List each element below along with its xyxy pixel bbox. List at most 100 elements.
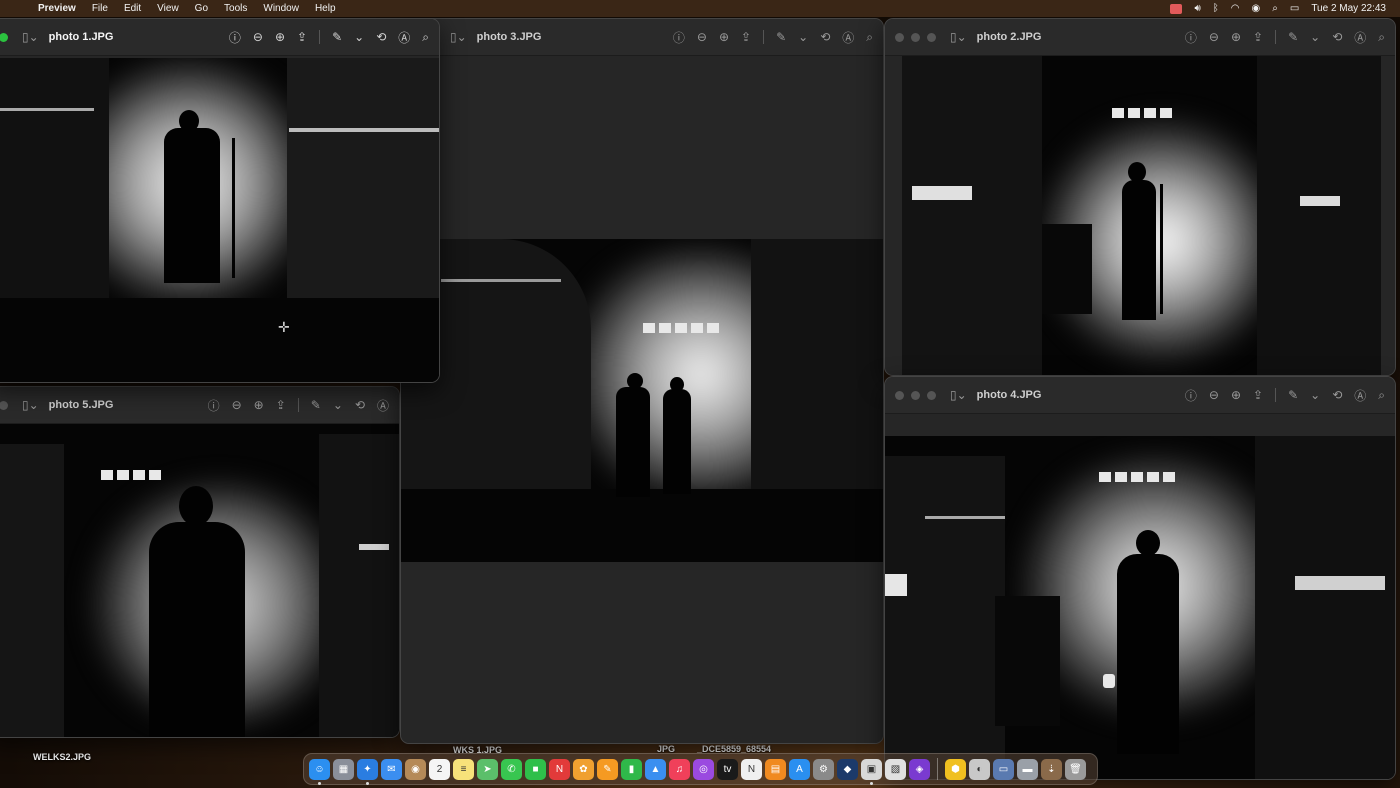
menu-help[interactable]: Help — [307, 3, 344, 14]
chevron-down-icon[interactable]: ⌄ — [798, 30, 808, 44]
user-icon[interactable]: ◉ — [1252, 3, 1261, 14]
rotate-icon[interactable]: ⟲ — [1332, 388, 1342, 402]
dock-music-icon[interactable]: ♫ — [669, 758, 690, 780]
markup-icon[interactable]: ✎ — [1288, 388, 1298, 402]
bluetooth-icon[interactable]: ᛒ — [1213, 3, 1219, 14]
rotate-icon[interactable]: ⟲ — [1332, 30, 1342, 44]
zoom-window-icon[interactable] — [927, 390, 936, 400]
sidebar-toggle-icon[interactable]: ▯⌄ — [450, 30, 467, 44]
dock-safari-icon[interactable]: ✦ — [357, 758, 378, 785]
window-titlebar[interactable]: ▯⌄ photo 1.JPG ⓘ ⊖ ⊕ ⇪ ✎ ⌄ ⟲ Ⓐ ⌕ — [0, 19, 439, 56]
menu-go[interactable]: Go — [187, 3, 216, 14]
chevron-down-icon[interactable]: ⌄ — [354, 30, 364, 44]
zoom-out-icon[interactable]: ⊖ — [1209, 30, 1219, 44]
rotate-icon[interactable]: ⟲ — [355, 398, 365, 412]
menu-view[interactable]: View — [149, 3, 187, 14]
minimize-icon[interactable] — [911, 390, 920, 400]
dock-app-store-icon[interactable]: A — [789, 758, 810, 780]
zoom-in-icon[interactable]: ⊕ — [275, 30, 285, 44]
app-menu[interactable]: Preview — [30, 3, 84, 14]
annotate-icon[interactable]: Ⓐ — [398, 29, 410, 46]
zoom-in-icon[interactable]: ⊕ — [254, 398, 264, 412]
dock-downloads-icon[interactable]: ⇣ — [1041, 758, 1062, 780]
sidebar-toggle-icon[interactable]: ▯⌄ — [22, 30, 39, 44]
dock-affinity-photo-icon[interactable]: ◈ — [909, 758, 930, 780]
menu-tools[interactable]: Tools — [216, 3, 255, 14]
close-icon[interactable] — [895, 32, 904, 42]
dock-launchpad-icon[interactable]: ▦ — [333, 758, 354, 780]
window-titlebar[interactable]: ▯⌄ photo 2.JPG ⓘ ⊖ ⊕ ⇪ ✎ ⌄ ⟲ Ⓐ ⌕ — [885, 19, 1395, 56]
dock-maps-icon[interactable]: ➤ — [477, 758, 498, 780]
dock-news-app-icon[interactable]: N — [549, 758, 570, 780]
dock-photo-viewer-icon[interactable]: ▧ — [885, 758, 906, 780]
dock-news-icon[interactable]: N — [741, 758, 762, 780]
preview-window-photo3[interactable]: ▯⌄ photo 3.JPG ⓘ ⊖ ⊕ ⇪ ✎ ⌄ ⟲ Ⓐ ⌕ — [400, 18, 884, 744]
dock-finder-window-icon[interactable]: ▭ — [993, 758, 1014, 780]
info-icon[interactable]: ⓘ — [208, 397, 220, 414]
zoom-in-icon[interactable]: ⊕ — [1231, 30, 1241, 44]
search-icon[interactable]: ⌕ — [422, 30, 429, 45]
control-center-icon[interactable]: ▭ — [1290, 3, 1299, 14]
menu-window[interactable]: Window — [255, 3, 307, 14]
sidebar-toggle-icon[interactable]: ▯⌄ — [22, 398, 39, 412]
zoom-in-icon[interactable]: ⊕ — [1231, 388, 1241, 402]
menu-edit[interactable]: Edit — [116, 3, 149, 14]
search-icon[interactable]: ⌕ — [1378, 30, 1385, 45]
dock-books-icon[interactable]: ▤ — [765, 758, 786, 780]
zoom-out-icon[interactable]: ⊖ — [232, 398, 242, 412]
dock-preview-icon[interactable]: ▣ — [861, 758, 882, 785]
dock-podcasts-icon[interactable]: ◎ — [693, 758, 714, 780]
preview-window-photo5[interactable]: ▯⌄ photo 5.JPG ⓘ ⊖ ⊕ ⇪ ✎ ⌄ ⟲ Ⓐ — [0, 386, 400, 738]
dock-system-settings-icon[interactable]: ⚙ — [813, 758, 834, 780]
sidebar-toggle-icon[interactable]: ▯⌄ — [950, 30, 967, 44]
dock-mail-icon[interactable]: ✉ — [381, 758, 402, 780]
dock-facetime-icon[interactable]: ■ — [525, 758, 546, 780]
annotate-icon[interactable]: Ⓐ — [1354, 387, 1366, 404]
close-icon[interactable] — [0, 400, 8, 410]
markup-icon[interactable]: ✎ — [311, 398, 321, 412]
rotate-icon[interactable]: ⟲ — [376, 30, 386, 44]
annotate-icon[interactable]: Ⓐ — [1354, 29, 1366, 46]
chevron-down-icon[interactable]: ⌄ — [1310, 388, 1320, 402]
annotate-icon[interactable]: Ⓐ — [842, 29, 854, 46]
chevron-down-icon[interactable]: ⌄ — [333, 398, 343, 412]
close-icon[interactable] — [895, 390, 904, 400]
share-icon[interactable]: ⇪ — [297, 30, 307, 44]
chevron-down-icon[interactable]: ⌄ — [1310, 30, 1320, 44]
dock-photos-icon[interactable]: ✿ — [573, 758, 594, 780]
dock-hexagon-app-icon[interactable]: ⬢ — [945, 758, 966, 780]
search-icon[interactable]: ⌕ — [866, 30, 873, 45]
share-icon[interactable]: ⇪ — [741, 30, 751, 44]
dock-numbers-icon[interactable]: ▮ — [621, 758, 642, 780]
dock-contacts-icon[interactable]: ◉ — [405, 758, 426, 780]
window-titlebar[interactable]: ▯⌄ photo 3.JPG ⓘ ⊖ ⊕ ⇪ ✎ ⌄ ⟲ Ⓐ ⌕ — [401, 19, 883, 56]
zoom-window-icon[interactable] — [0, 32, 8, 42]
zoom-in-icon[interactable]: ⊕ — [719, 30, 729, 44]
dropbox-icon[interactable] — [1170, 3, 1183, 14]
share-icon[interactable]: ⇪ — [1253, 30, 1263, 44]
wifi-icon[interactable]: ◠ — [1231, 3, 1240, 14]
menu-file[interactable]: File — [84, 3, 116, 14]
info-icon[interactable]: ⓘ — [1185, 387, 1197, 404]
dock-notes-icon[interactable]: ≡ — [453, 758, 474, 780]
dock-keynote-icon[interactable]: ▲ — [645, 758, 666, 780]
rotate-icon[interactable]: ⟲ — [820, 30, 830, 44]
share-icon[interactable]: ⇪ — [1253, 388, 1263, 402]
annotate-icon[interactable]: Ⓐ — [377, 397, 389, 414]
zoom-out-icon[interactable]: ⊖ — [697, 30, 707, 44]
dock-pages-icon[interactable]: ✎ — [597, 758, 618, 780]
dock-apple-tv-icon[interactable]: tv — [717, 758, 738, 780]
volume-icon[interactable]: 🔊︎ — [1194, 3, 1200, 14]
preview-window-photo4[interactable]: ▯⌄ photo 4.JPG ⓘ ⊖ ⊕ ⇪ ✎ ⌄ ⟲ Ⓐ ⌕ — [884, 376, 1396, 780]
dock-messages-icon[interactable]: ✆ — [501, 758, 522, 780]
share-icon[interactable]: ⇪ — [276, 398, 286, 412]
desktop-file-label[interactable]: WELKS2.JPG — [33, 752, 91, 762]
preview-window-photo1[interactable]: ▯⌄ photo 1.JPG ⓘ ⊖ ⊕ ⇪ ✎ ⌄ ⟲ Ⓐ ⌕ — [0, 18, 440, 383]
sidebar-toggle-icon[interactable]: ▯⌄ — [950, 388, 967, 402]
preview-window-photo2[interactable]: ▯⌄ photo 2.JPG ⓘ ⊖ ⊕ ⇪ ✎ ⌄ ⟲ Ⓐ ⌕ — [884, 18, 1396, 376]
dock-disk-utility-icon[interactable]: ◐ — [969, 758, 990, 780]
markup-icon[interactable]: ✎ — [1288, 30, 1298, 44]
dock-affinity-designer-icon[interactable]: ◆ — [837, 758, 858, 780]
zoom-window-icon[interactable] — [927, 32, 936, 42]
minimize-icon[interactable] — [911, 32, 920, 42]
